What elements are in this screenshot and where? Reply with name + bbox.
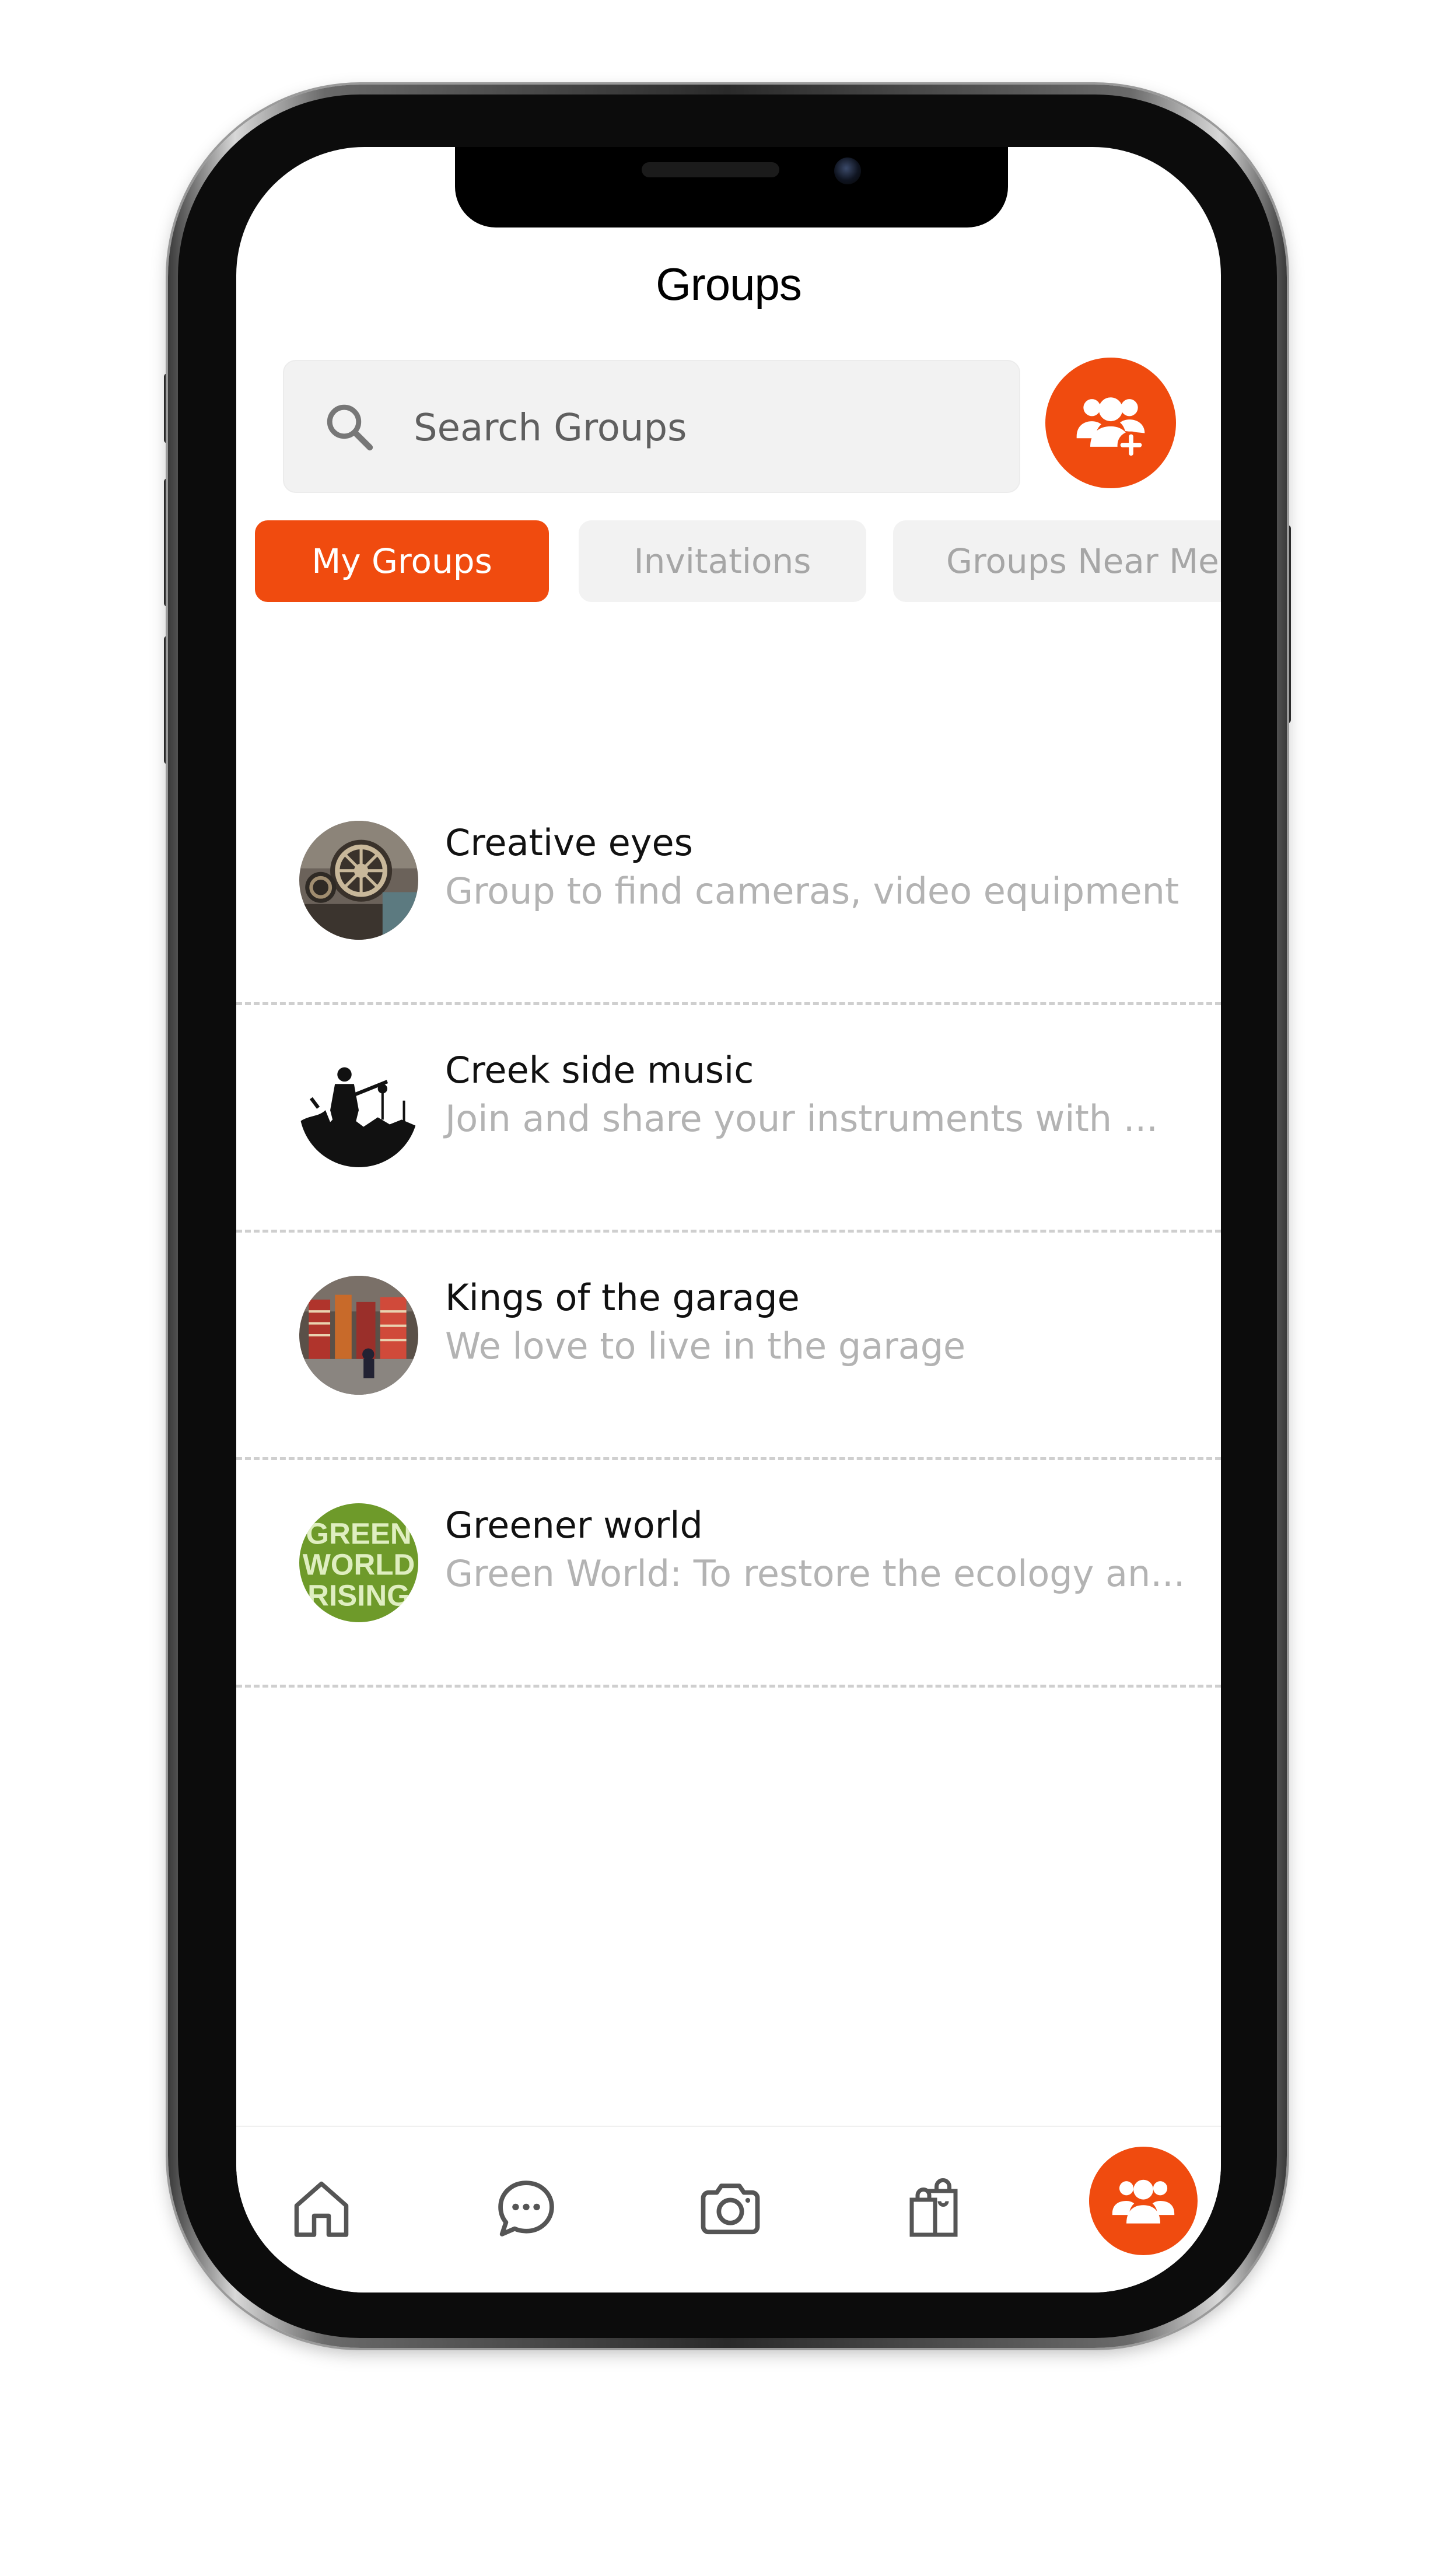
group-avatar-film-projector: [299, 821, 418, 940]
nav-home[interactable]: [275, 2162, 368, 2255]
chat-icon: [498, 2180, 554, 2236]
group-description: Group to find cameras, video equipment: [445, 870, 1180, 912]
nav-groups[interactable]: [1089, 2147, 1198, 2255]
phone-screen: Groups My Gro: [236, 147, 1221, 2292]
group-description: We love to live in the garage: [445, 1325, 966, 1367]
search-input[interactable]: [412, 384, 998, 472]
nav-chat[interactable]: [480, 2162, 573, 2255]
group-name: Greener world: [445, 1504, 703, 1546]
nav-shopping[interactable]: [888, 2162, 982, 2255]
tab-my-groups[interactable]: My Groups: [255, 520, 549, 602]
group-list-item[interactable]: Kings of the garage We love to live in t…: [236, 1233, 1221, 1460]
group-name: Kings of the garage: [445, 1276, 800, 1319]
svg-text:GREEN: GREEN: [306, 1517, 411, 1550]
camera-icon: [701, 2183, 760, 2235]
group-avatar-garage-store: [299, 1276, 418, 1395]
group-name: Creative eyes: [445, 821, 693, 864]
page-title: Groups: [656, 258, 802, 310]
group-list-item[interactable]: Creative eyes Group to find cameras, vid…: [236, 778, 1221, 1005]
home-icon: [294, 2181, 349, 2237]
tab-invitations[interactable]: Invitations: [579, 520, 866, 602]
group-list-item[interactable]: GREEN WORLD RISING Greener world Green W…: [236, 1460, 1221, 1688]
app-screenshot: Groups My Gro: [0, 0, 1449, 2576]
add-group-icon: [1076, 397, 1145, 459]
group-avatar-band-silhouette: [299, 1048, 418, 1167]
bottom-navigation: [236, 2126, 1221, 2292]
shopping-bags-icon: [909, 2178, 958, 2237]
front-camera: [834, 158, 861, 184]
add-group-button[interactable]: [1045, 358, 1176, 488]
nav-camera[interactable]: [684, 2162, 777, 2255]
svg-text:WORLD: WORLD: [303, 1548, 415, 1581]
tab-groups-near-me[interactable]: Groups Near Me: [893, 520, 1221, 602]
groups-icon: [1112, 2179, 1175, 2224]
group-list-item[interactable]: Creek side music Join and share your ins…: [236, 1005, 1221, 1233]
earpiece-speaker: [642, 162, 779, 177]
search-bar[interactable]: [283, 360, 1020, 493]
group-name: Creek side music: [445, 1049, 754, 1091]
svg-text:RISING: RISING: [307, 1578, 410, 1612]
search-icon: [327, 404, 373, 451]
group-description: Join and share your instruments with ...: [445, 1097, 1158, 1140]
notch: [455, 147, 1008, 228]
group-description: Green World: To restore the ecology an..…: [445, 1552, 1185, 1595]
group-avatar-green-world-rising: GREEN WORLD RISING: [299, 1503, 418, 1622]
